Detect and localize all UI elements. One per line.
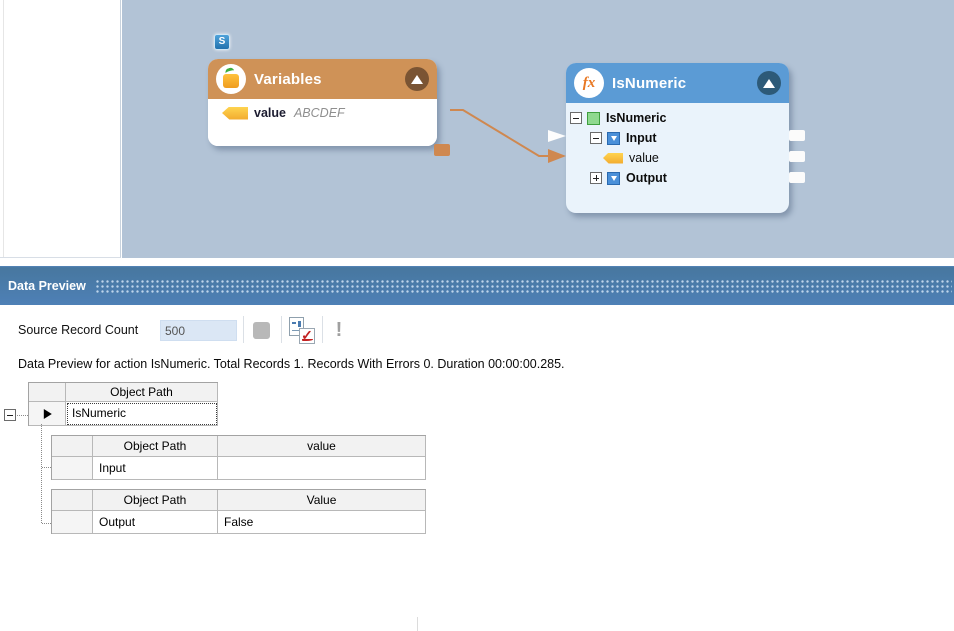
toolbar-separator: [281, 316, 282, 343]
triangle-up-icon: [763, 78, 775, 88]
source-record-count-label: Source Record Count: [18, 323, 139, 337]
tree-connector: [42, 467, 51, 468]
tree-row-output[interactable]: Output: [566, 168, 789, 188]
variables-node-title: Variables: [254, 70, 322, 88]
variable-name: value: [254, 106, 286, 120]
object-path-cell[interactable]: Input: [93, 457, 218, 480]
connector-arrow-icon: [548, 149, 566, 163]
tree-row-root[interactable]: IsNumeric: [566, 108, 789, 128]
workflow-canvas[interactable]: S Variables value ABCDEF fx IsNumeric Is…: [122, 0, 954, 258]
variables-node-body: value ABCDEF: [208, 99, 450, 156]
output-port[interactable]: [434, 144, 450, 156]
group-node-icon: [607, 131, 620, 145]
expander-minus-icon[interactable]: [4, 409, 16, 421]
group-node-icon: [607, 171, 620, 185]
toolbar-separator: [322, 316, 323, 343]
root-grid: Object Path IsNumeric: [28, 382, 218, 426]
stop-button[interactable]: [253, 322, 270, 339]
panel-edge-line: [417, 617, 418, 631]
tree-label-output: Output: [626, 171, 667, 185]
input-grid: Object Path value Input: [51, 435, 426, 480]
field-tag-icon: [222, 106, 248, 120]
variables-node-header[interactable]: Variables: [208, 59, 437, 99]
tree-connector: [17, 415, 28, 416]
row-selector-cell[interactable]: [52, 511, 93, 534]
input-anchor-arrow-icon: [548, 130, 566, 142]
connector-line: [450, 109, 549, 157]
tree-label-value: value: [629, 151, 659, 165]
row-selector-header[interactable]: [29, 383, 66, 402]
tree-connector: [42, 523, 51, 524]
field-tag-icon: [603, 152, 623, 164]
value-cell[interactable]: [218, 457, 426, 480]
object-path-column-header[interactable]: Object Path: [93, 490, 218, 511]
value-column-header[interactable]: Value: [218, 490, 426, 511]
object-path-column-header[interactable]: Object Path: [66, 383, 218, 402]
expander-plus-icon[interactable]: [590, 172, 602, 184]
panel-drag-texture: [95, 279, 952, 293]
table-row[interactable]: Output False: [52, 511, 426, 534]
data-preview-panel-header[interactable]: Data Preview: [0, 266, 954, 305]
isnumeric-node[interactable]: fx IsNumeric IsNumeric Input value Outpu…: [566, 63, 805, 213]
source-record-count-input[interactable]: [160, 320, 237, 341]
tree-label-isnumeric: IsNumeric: [606, 111, 667, 125]
errors-button[interactable]: !: [331, 317, 347, 343]
value-column-header[interactable]: value: [218, 436, 426, 457]
variable-row[interactable]: value ABCDEF: [222, 105, 345, 121]
output-port[interactable]: [789, 172, 805, 183]
function-root-icon: [587, 111, 600, 125]
row-selector-cell[interactable]: [29, 402, 66, 426]
isnumeric-node-title: IsNumeric: [612, 74, 687, 92]
row-selector-header[interactable]: [52, 436, 93, 457]
variables-collapse-button[interactable]: [405, 67, 429, 91]
tree-connector: [41, 424, 42, 523]
current-row-marker-icon: [43, 408, 52, 419]
app-window: S Variables value ABCDEF fx IsNumeric Is…: [0, 0, 954, 631]
isnumeric-node-header[interactable]: fx IsNumeric: [566, 63, 789, 103]
check-icon: ✓: [299, 328, 315, 344]
left-panel: [0, 0, 121, 258]
table-row[interactable]: Input: [52, 457, 426, 480]
fx-icon: fx: [574, 68, 604, 98]
object-path-cell[interactable]: Output: [93, 511, 218, 534]
preview-records-button[interactable]: ✓: [288, 317, 315, 344]
expander-minus-icon[interactable]: [590, 132, 602, 144]
variable-value: ABCDEF: [293, 106, 345, 120]
object-path-column-header[interactable]: Object Path: [93, 436, 218, 457]
left-panel-divider: [3, 0, 4, 257]
triangle-up-icon: [411, 74, 423, 84]
output-port[interactable]: [789, 151, 805, 162]
variables-icon: [216, 64, 246, 94]
row-selector-cell[interactable]: [52, 457, 93, 480]
output-port[interactable]: [789, 130, 805, 141]
isnumeric-node-body: IsNumeric Input value Output: [566, 103, 789, 188]
start-badge: S: [214, 34, 230, 50]
tree-row-value[interactable]: value: [566, 148, 789, 168]
expander-minus-icon[interactable]: [570, 112, 582, 124]
preview-status-text: Data Preview for action IsNumeric. Total…: [18, 357, 565, 371]
tree-row-input[interactable]: Input: [566, 128, 789, 148]
panel-title: Data Preview: [8, 278, 86, 293]
table-row[interactable]: IsNumeric: [29, 402, 218, 426]
toolbar-separator: [243, 316, 244, 343]
tree-label-input: Input: [626, 131, 657, 145]
isnumeric-collapse-button[interactable]: [757, 71, 781, 95]
value-cell[interactable]: False: [218, 511, 426, 534]
object-path-cell[interactable]: IsNumeric: [66, 402, 218, 426]
output-grid: Object Path Value Output False: [51, 489, 426, 534]
row-selector-header[interactable]: [52, 490, 93, 511]
variables-node[interactable]: Variables value ABCDEF: [208, 59, 450, 156]
